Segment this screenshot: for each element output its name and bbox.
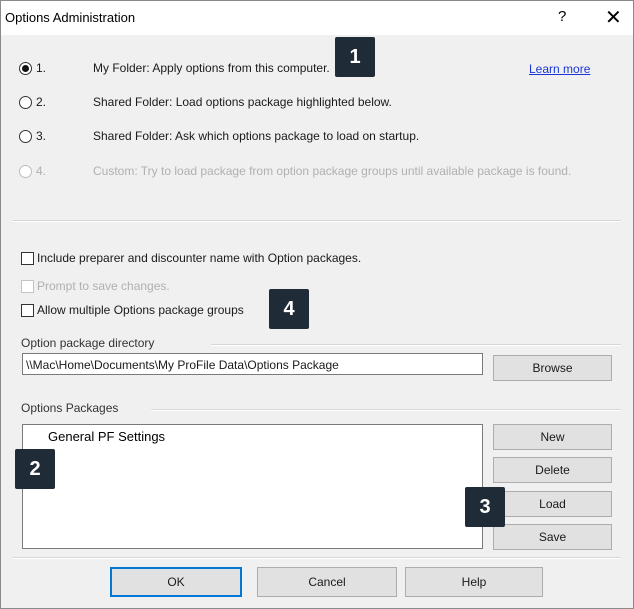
- packages-group-line: [151, 409, 621, 411]
- allow-multiple-groups-label: Allow multiple Options package groups: [37, 303, 244, 317]
- learn-more-link[interactable]: Learn more: [529, 62, 590, 76]
- callout-badge-4: 4: [269, 289, 309, 329]
- include-preparer-checkbox-row[interactable]: Include preparer and discounter name wit…: [21, 249, 361, 267]
- divider: [13, 220, 621, 222]
- callout-badge-1: 1: [335, 37, 375, 77]
- help-icon[interactable]: ?: [558, 8, 566, 25]
- prompt-save-label: Prompt to save changes.: [37, 279, 170, 293]
- option-1-radio[interactable]: [19, 61, 32, 75]
- include-preparer-label: Include preparer and discounter name wit…: [37, 251, 362, 265]
- window-title: Options Administration: [5, 10, 136, 25]
- callout-badge-3: 3: [465, 487, 505, 527]
- directory-path-field[interactable]: \\Mac\Home\Documents\My ProFile Data\Opt…: [22, 353, 483, 375]
- browse-button[interactable]: Browse: [493, 355, 612, 381]
- cancel-button[interactable]: Cancel: [257, 567, 397, 597]
- callout-badge-2: 2: [15, 449, 55, 489]
- option-3-row[interactable]: 3. Shared Folder: Ask which options pack…: [19, 126, 419, 146]
- directory-group-label: Option package directory: [21, 336, 155, 350]
- delete-button[interactable]: Delete: [493, 457, 612, 483]
- help-button[interactable]: Help: [405, 567, 543, 597]
- prompt-save-checkbox: [21, 279, 34, 293]
- include-preparer-checkbox[interactable]: [21, 251, 34, 265]
- option-1-row[interactable]: 1. My Folder: Apply options from this co…: [19, 58, 330, 78]
- option-1-label: My Folder: Apply options from this compu…: [93, 61, 330, 75]
- close-icon[interactable]: ✕: [605, 5, 622, 30]
- load-button[interactable]: Load: [493, 491, 612, 517]
- option-2-radio[interactable]: [19, 95, 32, 109]
- option-1-number: 1.: [36, 61, 47, 75]
- option-3-label: Shared Folder: Ask which options package…: [93, 129, 420, 143]
- directory-group-line: [211, 344, 621, 346]
- list-item[interactable]: General PF Settings: [48, 429, 165, 444]
- option-4-number: 4.: [36, 164, 47, 178]
- options-administration-dialog: Options Administration ? ✕ 1. My Folder:…: [0, 0, 634, 609]
- title-bar: Options Administration ? ✕: [1, 1, 633, 35]
- option-3-radio[interactable]: [19, 129, 32, 143]
- option-2-number: 2.: [36, 95, 47, 109]
- packages-group-label: Options Packages: [21, 401, 119, 415]
- save-button[interactable]: Save: [493, 524, 612, 550]
- option-4-label: Custom: Try to load package from option …: [93, 164, 572, 178]
- option-4-radio: [19, 164, 32, 178]
- option-3-number: 3.: [36, 129, 47, 143]
- option-4-row: 4. Custom: Try to load package from opti…: [19, 161, 571, 181]
- allow-multiple-groups-checkbox[interactable]: [21, 303, 34, 317]
- option-2-row[interactable]: 2. Shared Folder: Load options package h…: [19, 92, 392, 112]
- options-packages-list[interactable]: General PF Settings: [22, 424, 483, 549]
- new-button[interactable]: New: [493, 424, 612, 450]
- ok-button[interactable]: OK: [110, 567, 242, 597]
- option-2-label: Shared Folder: Load options package high…: [93, 95, 392, 109]
- allow-multiple-groups-checkbox-row[interactable]: Allow multiple Options package groups: [21, 301, 244, 319]
- prompt-save-checkbox-row: Prompt to save changes.: [21, 277, 170, 295]
- footer-divider: [13, 557, 621, 559]
